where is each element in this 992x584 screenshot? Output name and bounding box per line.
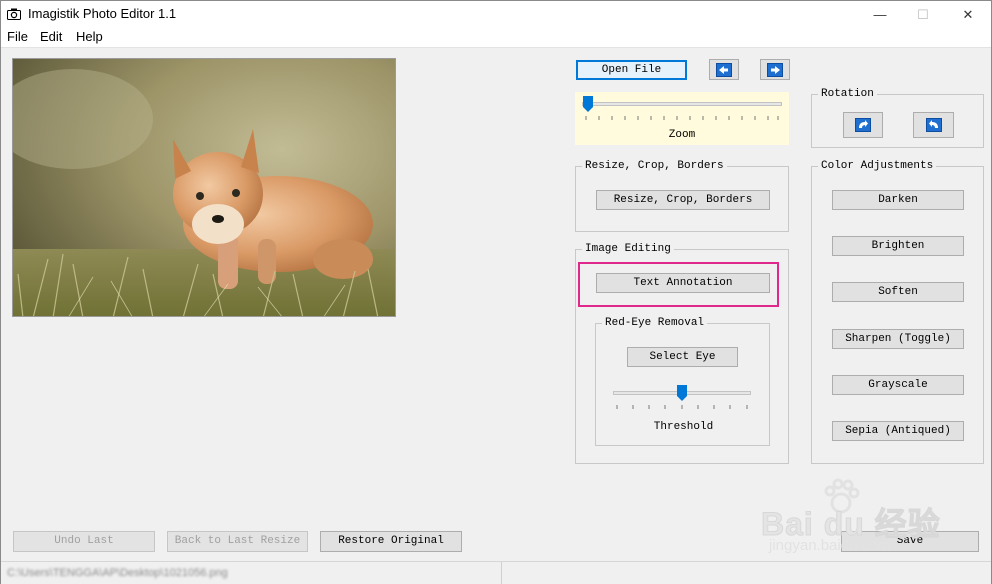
sepia-antiqued-button[interactable]: Sepia (Antiqued) [832,421,964,441]
resize-group-title: Resize, Crop, Borders [582,159,727,173]
zoom-ticks [585,116,779,120]
red-eye-removal-group: Red-Eye Removal Select Eye Threshold [595,316,770,446]
status-file-path: C:\Users\TENGGA\AP\Desktop\1021056.png [7,567,228,579]
image-editing-title: Image Editing [582,242,674,256]
rotation-title: Rotation [818,87,877,101]
rotation-group: Rotation [811,87,984,148]
grayscale-button[interactable]: Grayscale [832,375,964,395]
minimize-button[interactable]: — [857,1,903,28]
zoom-slider-track[interactable] [582,102,782,106]
watermark: Bai du 经验 jingyan.baidu.com [761,477,981,567]
brighten-button[interactable]: Brighten [832,236,964,256]
maximize-button[interactable]: ☐ [900,1,946,28]
color-adjustments-title: Color Adjustments [818,159,937,173]
resize-crop-borders-group: Resize, Crop, Borders Resize, Crop, Bord… [575,159,789,232]
title-bar: Imagistik Photo Editor 1.1 — ☐ ✕ [1,1,991,28]
undo-last-button[interactable]: Undo Last [13,531,155,552]
menu-file[interactable]: File [7,29,28,44]
app-window: Imagistik Photo Editor 1.1 — ☐ ✕ File Ed… [0,0,992,584]
back-to-last-resize-button[interactable]: Back to Last Resize [167,531,308,552]
restore-original-button[interactable]: Restore Original [320,531,462,552]
previous-image-button[interactable] [709,59,739,80]
rotate-counterclockwise-icon [925,118,942,132]
status-separator [501,562,502,584]
menu-bar: File Edit Help [1,28,991,48]
watermark-url: jingyan.baidu.com [769,537,890,554]
rotate-right-button[interactable] [843,112,883,138]
rotate-left-button[interactable] [913,112,954,138]
resize-crop-borders-button[interactable]: Resize, Crop, Borders [596,190,770,210]
soften-button[interactable]: Soften [832,282,964,302]
threshold-label: Threshold [653,421,714,433]
zoom-label: Zoom [668,129,696,141]
camera-icon [7,8,21,20]
red-eye-title: Red-Eye Removal [602,316,708,330]
zoom-panel: Zoom [575,92,789,145]
fox-photo [13,59,395,316]
image-preview [12,58,396,317]
darken-button[interactable]: Darken [832,190,964,210]
close-button[interactable]: ✕ [945,1,991,28]
window-title: Imagistik Photo Editor 1.1 [28,6,177,21]
select-eye-button[interactable]: Select Eye [627,347,738,367]
arrow-right-icon [767,63,783,77]
color-adjustments-group: Color Adjustments Darken Brighten Soften… [811,159,984,464]
threshold-ticks [616,405,748,409]
highlight-box [578,262,779,307]
menu-edit[interactable]: Edit [40,29,62,44]
arrow-left-icon [716,63,732,77]
rotate-clockwise-icon [855,118,871,132]
sharpen-toggle-button[interactable]: Sharpen (Toggle) [832,329,964,349]
zoom-slider-thumb[interactable] [583,96,593,112]
next-image-button[interactable] [760,59,790,80]
menu-help[interactable]: Help [76,29,103,44]
threshold-slider-thumb[interactable] [677,385,687,401]
open-file-button[interactable]: Open File [576,60,687,80]
